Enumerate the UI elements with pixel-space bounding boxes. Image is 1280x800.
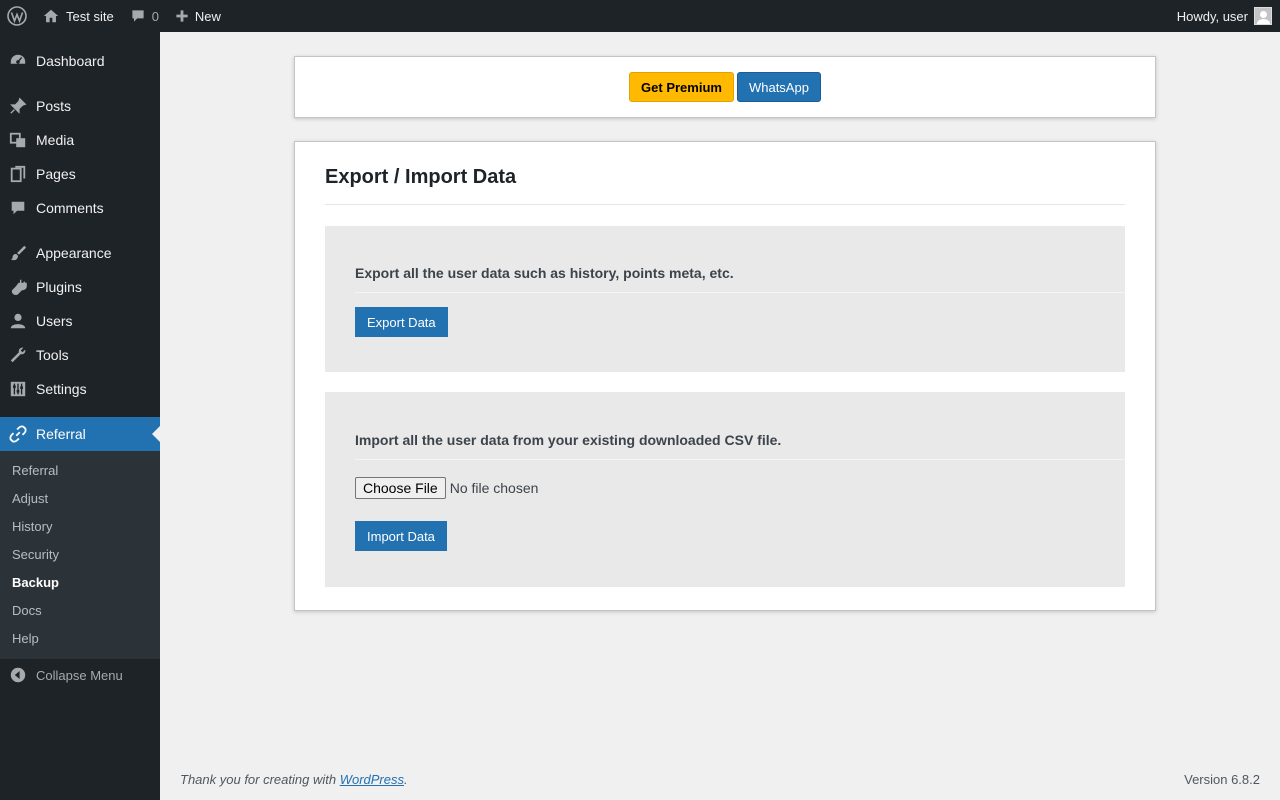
- file-status: No file chosen: [449, 480, 539, 496]
- wrench-icon: [0, 346, 36, 364]
- whatsapp-button[interactable]: WhatsApp: [736, 72, 821, 102]
- sidebar-item-appearance[interactable]: Appearance: [0, 236, 160, 270]
- export-description: Export all the user data such as history…: [355, 265, 734, 281]
- submenu-item-help[interactable]: Help: [12, 631, 39, 646]
- submenu-item-backup[interactable]: Backup: [12, 575, 59, 590]
- home-icon: [43, 9, 59, 23]
- sidebar-item-plugins[interactable]: Plugins: [0, 270, 160, 304]
- sidebar-item-label: Comments: [36, 200, 104, 216]
- submenu-item-history[interactable]: History: [12, 519, 52, 534]
- site-name: Test site: [66, 8, 114, 24]
- user-icon: [0, 312, 36, 330]
- import-data-button[interactable]: Import Data: [355, 521, 447, 551]
- plug-icon: [0, 278, 36, 296]
- wordpress-link[interactable]: WordPress: [340, 772, 404, 787]
- sidebar-item-label: Media: [36, 132, 75, 148]
- comment-icon: [132, 10, 144, 22]
- media-icon: [0, 131, 36, 149]
- sidebar-item-posts[interactable]: Posts: [0, 89, 160, 123]
- footer-thanks: Thank you for creating with WordPress.: [180, 772, 408, 787]
- brush-icon: [0, 244, 36, 262]
- collapse-arrow-icon: [0, 667, 36, 683]
- sidebar-item-label: Plugins: [36, 279, 82, 295]
- sidebar-item-label: Dashboard: [36, 53, 105, 69]
- avatar: [1254, 7, 1272, 25]
- howdy-greeting: Howdy, user: [1176, 8, 1248, 24]
- admin-sidebar: Dashboard Posts Media Pages Comments App…: [0, 32, 160, 800]
- dashboard-icon: [0, 52, 36, 70]
- sidebar-item-comments[interactable]: Comments: [0, 191, 160, 225]
- sidebar-item-media[interactable]: Media: [0, 123, 160, 157]
- footer-thanks-text: Thank you for creating with: [180, 772, 340, 787]
- sidebar-item-users[interactable]: Users: [0, 304, 160, 338]
- wordpress-logo-icon[interactable]: [0, 0, 34, 32]
- title-divider: [325, 204, 1125, 205]
- pages-icon: [0, 165, 36, 183]
- page-title: Export / Import Data: [325, 166, 517, 188]
- submenu-item-docs[interactable]: Docs: [12, 603, 42, 618]
- plus-icon: [176, 10, 188, 22]
- sidebar-item-label: Settings: [36, 381, 87, 397]
- import-description: Import all the user data from your exist…: [355, 432, 782, 448]
- collapse-menu-label: Collapse Menu: [36, 667, 123, 683]
- new-content-link[interactable]: New: [167, 0, 229, 32]
- my-account[interactable]: Howdy, user: [1177, 0, 1280, 32]
- submenu-item-adjust[interactable]: Adjust: [12, 491, 48, 506]
- sidebar-item-label: Tools: [36, 347, 69, 363]
- sidebar-item-dashboard[interactable]: Dashboard: [0, 44, 160, 78]
- sidebar-item-referral[interactable]: Referral: [0, 417, 160, 451]
- comments-link[interactable]: 0: [122, 0, 167, 32]
- new-label: New: [194, 8, 221, 24]
- get-premium-button[interactable]: Get Premium: [629, 72, 734, 102]
- footer-version: Version 6.8.2: [1184, 772, 1260, 787]
- sidebar-item-label: Users: [36, 313, 73, 329]
- submenu-item-referral[interactable]: Referral: [12, 463, 58, 478]
- collapse-menu-button[interactable]: Collapse Menu: [0, 663, 160, 687]
- file-input[interactable]: Choose File No file chosen: [355, 477, 538, 499]
- choose-file-button[interactable]: Choose File: [355, 477, 446, 499]
- referral-submenu: Referral Adjust History Security Backup …: [0, 451, 160, 659]
- sliders-icon: [0, 380, 36, 398]
- sidebar-item-settings[interactable]: Settings: [0, 372, 160, 406]
- site-name-link[interactable]: Test site: [34, 0, 122, 32]
- footer-suffix: .: [404, 772, 408, 787]
- export-import-panel: Export / Import Data Export all the user…: [294, 141, 1156, 611]
- export-data-button[interactable]: Export Data: [355, 307, 448, 337]
- sidebar-item-label: Appearance: [36, 245, 112, 261]
- sidebar-item-pages[interactable]: Pages: [0, 157, 160, 191]
- sidebar-item-label: Posts: [36, 98, 72, 114]
- link-icon: [0, 425, 36, 443]
- import-divider: [355, 459, 1125, 460]
- submenu-item-security[interactable]: Security: [12, 547, 59, 562]
- export-section: Export all the user data such as history…: [325, 226, 1125, 372]
- sidebar-item-label: Pages: [36, 166, 76, 182]
- sidebar-item-tools[interactable]: Tools: [0, 338, 160, 372]
- promo-panel: Get Premium WhatsApp: [294, 56, 1156, 118]
- comments-count: 0: [151, 8, 159, 24]
- pin-icon: [0, 97, 36, 115]
- admin-bar: Test site 0 New Howdy, user: [0, 0, 1280, 32]
- sidebar-item-label: Referral: [36, 426, 86, 442]
- comment-icon: [0, 199, 36, 217]
- export-divider: [355, 292, 1125, 293]
- import-section: Import all the user data from your exist…: [325, 392, 1125, 587]
